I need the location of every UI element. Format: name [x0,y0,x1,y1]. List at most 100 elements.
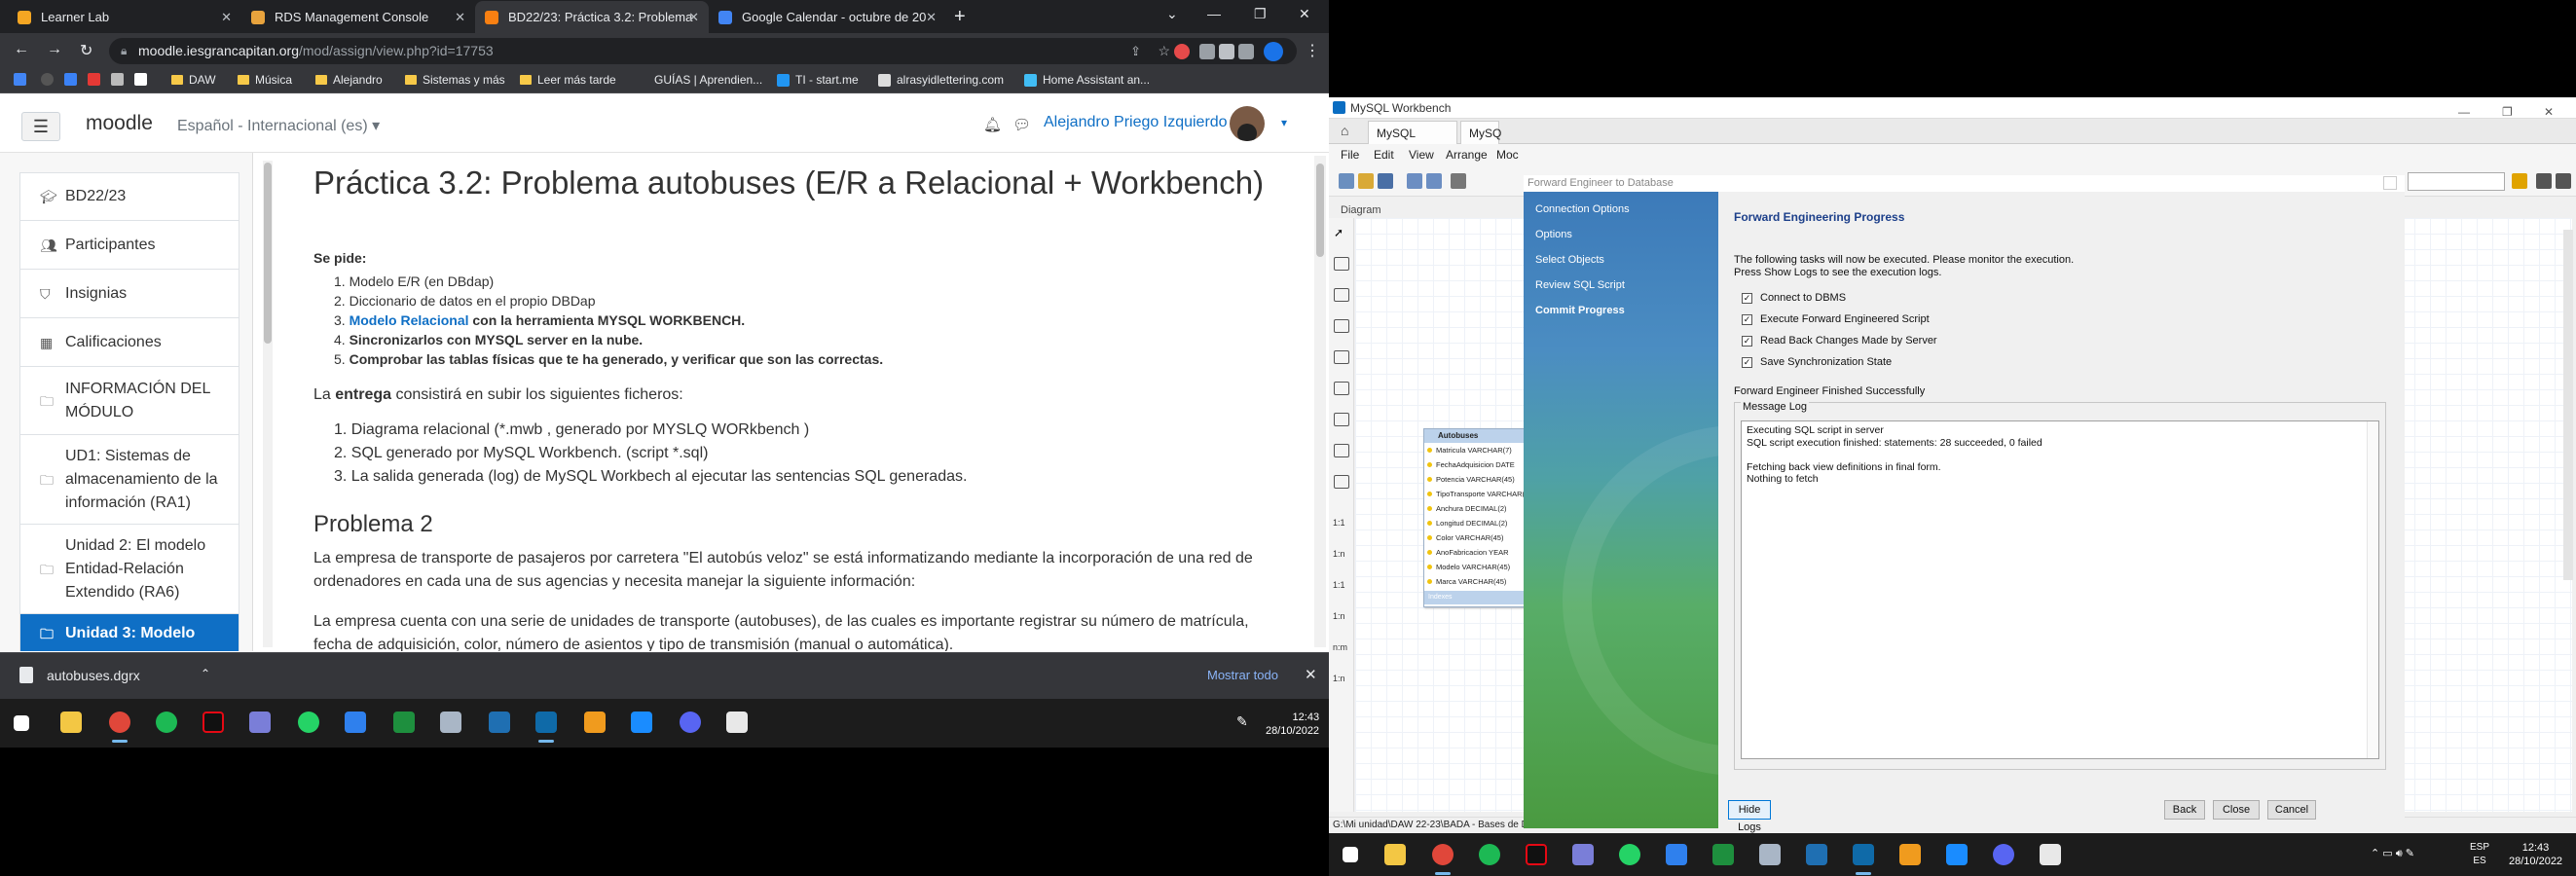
mysql-workbench-icon[interactable] [535,712,557,743]
item-link[interactable]: Modelo Relacional [350,312,469,328]
scroll-thumb[interactable] [264,163,272,344]
home-icon[interactable]: ⌂ [1341,123,1348,138]
bookmark-apps-icon[interactable] [14,73,32,86]
save-app-icon[interactable] [249,712,271,733]
user-menu-name[interactable]: Alejandro Priego Izquierdo [1044,114,1228,131]
table-icon[interactable] [1334,413,1349,426]
volume-icon[interactable]: 🔊︎ [2396,848,2403,859]
bookmark-folder[interactable]: Alejandro [315,73,383,87]
browser-tab[interactable]: RDS Management Console ✕ [241,1,475,33]
extension-icon[interactable] [1174,44,1190,59]
address-bar[interactable]: 🔒︎ moodle.iesgrancapitan.org/mod/assign/… [109,38,1297,64]
bookmark-link[interactable]: Home Assistant an... [1024,73,1150,87]
open-folder-icon[interactable] [1358,173,1374,189]
site-name[interactable]: moodle [86,112,153,135]
eraser-icon[interactable] [1334,288,1349,302]
tab-search-icon[interactable]: ⌄ [1166,6,1178,22]
menu-view[interactable]: View [1409,148,1434,162]
bookmark-icon[interactable] [111,73,129,86]
new-file-icon[interactable] [1339,173,1354,189]
relation-1-1-tool[interactable]: 1:1 [1333,580,1345,590]
extension-icon[interactable] [1199,44,1215,59]
caret-down-icon[interactable]: ▾ [1281,116,1287,129]
pen-icon[interactable]: ✎ [2406,848,2414,859]
tab-connection[interactable]: MySQL BADA ✕ [1368,121,1457,164]
drawer-toggle-button[interactable]: ☰ [21,112,60,141]
panel-toggle-icon[interactable] [2556,173,2571,189]
chat-icon[interactable]: 💬︎ [1012,116,1031,133]
show-all-downloads-link[interactable]: Mostrar todo [1207,668,1278,682]
routine-icon[interactable] [1334,475,1349,489]
content-scrollbar[interactable] [1314,156,1326,647]
windows-start-icon[interactable] [1343,847,1358,862]
tab-model[interactable]: MySQ [1460,121,1501,144]
drawer-item-badges[interactable]: ⛉ Insignias [19,270,239,318]
chevron-up-icon[interactable]: ⌃ [2371,848,2379,859]
whatsapp-icon[interactable] [1619,844,1640,865]
app-icon[interactable] [726,712,748,733]
share-icon[interactable]: ⇪ [1130,38,1141,64]
profile-avatar-icon[interactable] [1264,42,1283,61]
drawer-scrollbar[interactable] [263,161,273,647]
minimize-icon[interactable]: — [1207,6,1221,21]
network-icon[interactable]: ▭ [2382,848,2392,859]
view-icon[interactable] [1334,444,1349,457]
file-explorer-icon[interactable] [1384,844,1406,865]
drawer-item-course[interactable]: 🎓︎ BD22/23 [19,172,239,221]
close-window-icon[interactable]: ✕ [1299,6,1310,22]
pointer-icon[interactable]: ➚ [1334,226,1349,239]
drawer-item-section[interactable]: 🗀 UD1: Sistemas de almacenamiento de la i… [19,435,239,525]
language-indicator[interactable]: ESP ES [2470,841,2489,868]
bookmark-icon[interactable] [88,73,106,86]
bookmark-link[interactable]: GUÍAS | Aprendien... [654,73,762,87]
browser-tab-active[interactable]: BD22/23: Práctica 3.2: Problema a ✕ [475,1,709,33]
restore-icon[interactable]: ❐ [1254,6,1267,22]
drawer-item-participants[interactable]: 👥︎ Participantes [19,221,239,270]
close-tab-icon[interactable]: ✕ [455,10,465,25]
app-store-icon[interactable] [631,712,652,733]
clock[interactable]: 12:43 28/10/2022 [1266,711,1319,738]
discord-icon[interactable] [1993,844,2014,865]
whatsapp-icon[interactable] [298,712,319,733]
drawer-item-section[interactable]: 🗀 INFORMACIÓN DEL MÓDULO [19,367,239,435]
layer-icon[interactable] [1334,319,1349,333]
relation-1-n-tool[interactable]: 1:n [1333,549,1345,559]
chrome-icon[interactable] [1432,844,1454,875]
browser-tab[interactable]: Google Calendar - octubre de 20 ✕ [709,1,946,33]
jetbrains-icon[interactable] [1712,844,1734,865]
app-icon[interactable] [584,712,606,733]
menu-file[interactable]: File [1341,148,1359,162]
back-button[interactable]: Back [2164,800,2205,820]
search-input[interactable] [2408,172,2505,191]
bookmark-folder[interactable]: Leer más tarde [520,73,616,87]
reload-icon[interactable]: ↻ [80,41,92,60]
menu-edit[interactable]: Edit [1374,148,1394,162]
spotify-icon[interactable] [156,712,177,733]
bookmark-folder[interactable]: Sistemas y más [405,73,505,87]
file-explorer-icon[interactable] [60,712,82,733]
redo-icon[interactable] [1426,173,1442,189]
close-tab-icon[interactable]: ✕ [688,10,699,25]
close-button[interactable]: Close [2213,800,2260,820]
canvas-scrollbar[interactable] [2563,230,2573,580]
app-store-icon[interactable] [1946,844,1968,865]
windows-start-icon[interactable] [14,715,29,731]
save-icon[interactable] [1378,173,1393,189]
virtualbox-icon[interactable] [1806,844,1827,865]
text-icon[interactable] [1334,350,1349,364]
bookmark-icon[interactable] [41,73,59,86]
netflix-icon[interactable] [202,712,224,733]
app-icon[interactable] [1899,844,1921,865]
cancel-button[interactable]: Cancel [2267,800,2316,820]
close-icon[interactable] [2383,176,2397,190]
hide-logs-button[interactable]: Hide Logs [1728,800,1771,833]
close-icon[interactable]: ✕ [1305,666,1317,683]
app-icon[interactable] [2040,844,2061,865]
bookmark-star-icon[interactable]: ☆ [1158,38,1170,64]
download-item[interactable]: autobuses.dgrx [19,667,140,683]
bookmark-link[interactable]: TI - start.me [777,73,859,87]
hand-icon[interactable] [1334,257,1349,271]
relation-1-n-existing-tool[interactable]: 1:n [1333,674,1345,683]
relation-n-m-tool[interactable]: n:m [1333,642,1347,652]
vscode-icon[interactable] [1666,844,1687,865]
